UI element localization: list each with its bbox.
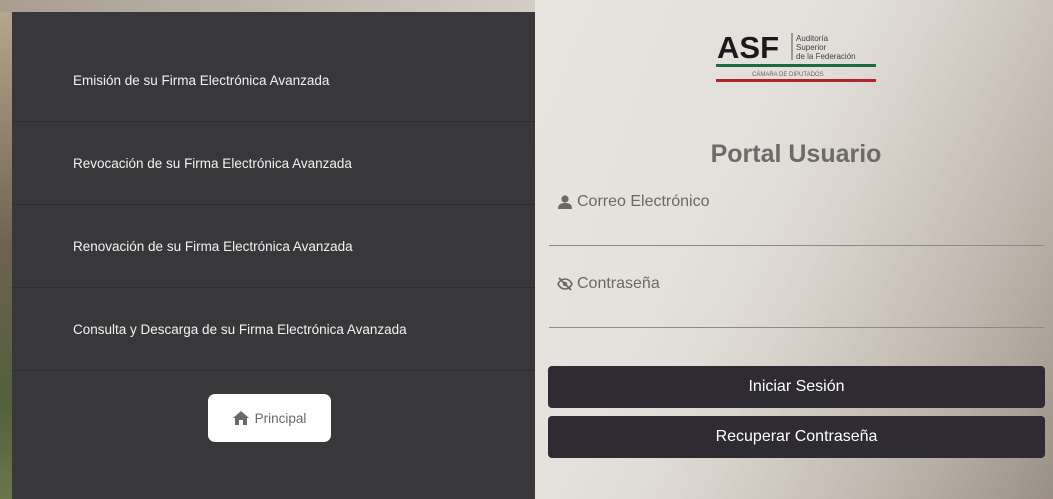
logo-abbr: ASF bbox=[717, 30, 779, 65]
password-label-text: Contraseña bbox=[577, 275, 660, 292]
background-image-left bbox=[0, 0, 12, 499]
logo-line3: de la Federación bbox=[796, 52, 856, 61]
password-input[interactable] bbox=[549, 296, 1044, 326]
home-button-label: Principal bbox=[254, 410, 307, 426]
menu-item-label: Consulta y Descarga de su Firma Electrón… bbox=[73, 322, 407, 337]
menu-item-consulta[interactable]: Consulta y Descarga de su Firma Electrón… bbox=[12, 289, 535, 371]
menu-item-label: Renovación de su Firma Electrónica Avanz… bbox=[73, 239, 353, 254]
recover-password-label: Recuperar Contraseña bbox=[715, 428, 878, 445]
password-underline bbox=[549, 327, 1044, 328]
signin-button[interactable]: Iniciar Sesión bbox=[548, 366, 1045, 408]
home-icon bbox=[232, 411, 249, 425]
logo-sub: CÁMARA DE DIPUTADOS bbox=[752, 71, 824, 78]
signin-button-label: Iniciar Sesión bbox=[748, 378, 845, 395]
password-label: Contraseña bbox=[557, 275, 660, 293]
asf-logo: ASF Auditoría Superior de la Federación … bbox=[716, 30, 876, 82]
menu-item-label: Revocación de su Firma Electrónica Avanz… bbox=[73, 156, 352, 171]
menu-item-label: Emisión de su Firma Electrónica Avanzada bbox=[73, 73, 330, 88]
page-title: Portal Usuario bbox=[710, 140, 882, 168]
menu-item-emision[interactable]: Emisión de su Firma Electrónica Avanzada bbox=[12, 40, 535, 122]
email-underline bbox=[549, 245, 1044, 246]
services-menu-panel: Emisión de su Firma Electrónica Avanzada… bbox=[12, 12, 535, 499]
email-label-text: Correo Electrónico bbox=[577, 193, 710, 210]
home-button[interactable]: Principal bbox=[208, 394, 331, 442]
email-input[interactable] bbox=[549, 214, 1044, 244]
user-icon bbox=[558, 195, 572, 209]
recover-password-button[interactable]: Recuperar Contraseña bbox=[548, 416, 1045, 458]
menu-item-renovacion[interactable]: Renovación de su Firma Electrónica Avanz… bbox=[12, 206, 535, 288]
background-image-top bbox=[0, 0, 535, 12]
email-label: Correo Electrónico bbox=[557, 193, 710, 211]
menu-item-revocacion[interactable]: Revocación de su Firma Electrónica Avanz… bbox=[12, 123, 535, 205]
eye-slash-icon[interactable] bbox=[557, 277, 573, 291]
logo-line1: Auditoría bbox=[796, 34, 829, 43]
logo-line2: Superior bbox=[796, 43, 827, 52]
